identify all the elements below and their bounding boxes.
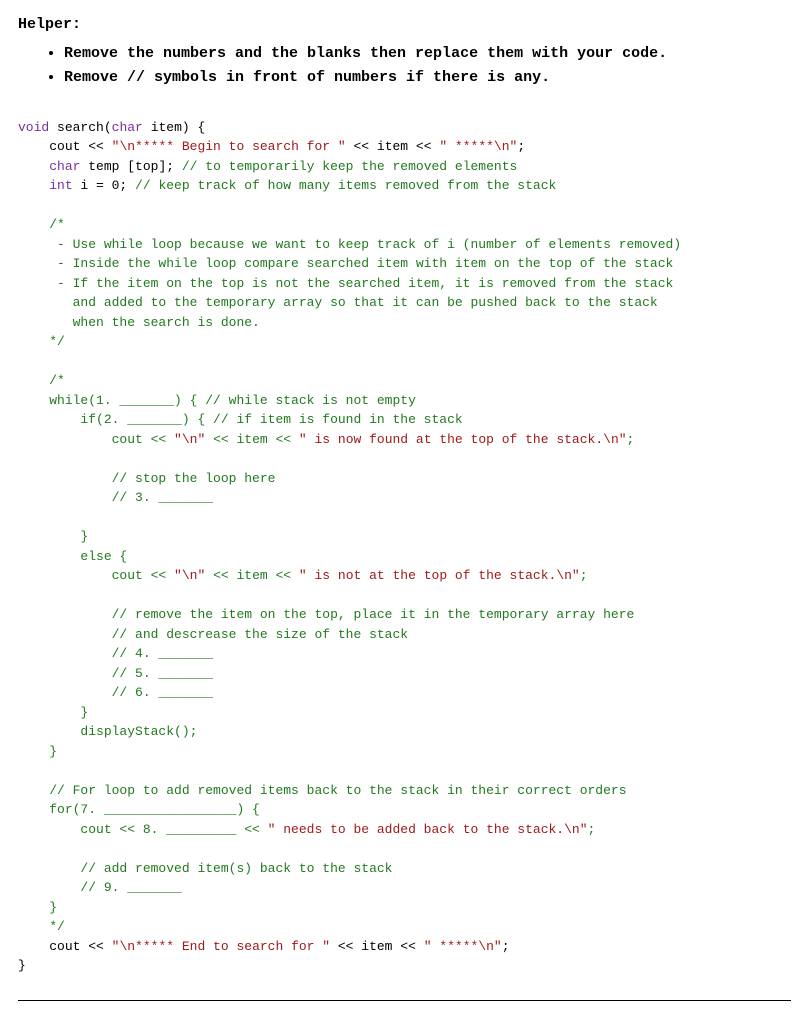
add-cmt: // add removed item(s) back to the stack bbox=[49, 861, 392, 876]
l1-str2: " *****\n" bbox=[439, 139, 517, 154]
while-line: while(1. _______) { // while stack is no… bbox=[49, 393, 416, 408]
l1-str1: "\n***** Begin to search for " bbox=[112, 139, 346, 154]
block1-a: - Use while loop because we want to keep… bbox=[49, 237, 681, 252]
nfound-s2: " is not at the top of the stack.\n" bbox=[299, 568, 580, 583]
blank-9: // 9. _______ bbox=[49, 880, 182, 895]
end-mid: << item << bbox=[330, 939, 424, 954]
bottom-divider bbox=[18, 1000, 791, 1001]
l2-rest: temp [top]; bbox=[80, 159, 181, 174]
l1-end: ; bbox=[517, 139, 525, 154]
found-s1: "\n" bbox=[174, 432, 205, 447]
kw-char2: char bbox=[49, 159, 80, 174]
code-block: void search(char item) { cout << "\n****… bbox=[18, 118, 791, 976]
kw-int: int bbox=[49, 178, 72, 193]
block2-open: /* bbox=[49, 373, 65, 388]
block1-d: and added to the temporary array so that… bbox=[49, 295, 658, 310]
kw-void: void bbox=[18, 120, 49, 135]
found-mid: << item << bbox=[205, 432, 299, 447]
param-item: item bbox=[151, 120, 182, 135]
back-str: " needs to be added back to the stack.\n… bbox=[268, 822, 588, 837]
found-pre: cout << bbox=[49, 432, 174, 447]
blank-4: // 4. _______ bbox=[49, 646, 213, 661]
block2-close: */ bbox=[49, 919, 65, 934]
block1-e: when the search is done. bbox=[49, 315, 260, 330]
l2-cmt: // to temporarily keep the removed eleme… bbox=[182, 159, 517, 174]
l3-cmt: // keep track of how many items removed … bbox=[135, 178, 556, 193]
helper-bullet-1: Remove the numbers and the blanks then r… bbox=[64, 43, 791, 66]
nfound-end: ; bbox=[580, 568, 588, 583]
nfound-mid: << item << bbox=[205, 568, 299, 583]
end-pre: cout << bbox=[49, 939, 111, 954]
block1-b: - Inside the while loop compare searched… bbox=[49, 256, 673, 271]
l1-cout: cout << bbox=[49, 139, 111, 154]
blank-3: // 3. _______ bbox=[49, 490, 213, 505]
rem-cmt1: // remove the item on the top, place it … bbox=[49, 607, 634, 622]
blank-6: // 6. _______ bbox=[49, 685, 213, 700]
blank-5: // 5. _______ bbox=[49, 666, 213, 681]
close-for: } bbox=[49, 900, 57, 915]
close-if: } bbox=[49, 529, 88, 544]
end-end: ; bbox=[502, 939, 510, 954]
end-s1: "\n***** End to search for " bbox=[112, 939, 330, 954]
block1-open: /* bbox=[49, 217, 65, 232]
for-line: for(7. _________________) { bbox=[49, 802, 260, 817]
else-line: else { bbox=[49, 549, 127, 564]
display-call: displayStack(); bbox=[49, 724, 197, 739]
l1-mid: << item << bbox=[346, 139, 440, 154]
block1-close: */ bbox=[49, 334, 65, 349]
kw-char: char bbox=[112, 120, 143, 135]
nfound-s1: "\n" bbox=[174, 568, 205, 583]
end-s2: " *****\n" bbox=[424, 939, 502, 954]
helper-list: Remove the numbers and the blanks then r… bbox=[46, 43, 791, 90]
block1-c: - If the item on the top is not the sear… bbox=[49, 276, 673, 291]
nfound-pre: cout << bbox=[49, 568, 174, 583]
found-s2: " is now found at the top of the stack.\… bbox=[299, 432, 627, 447]
helper-bullet-2: Remove // symbols in front of numbers if… bbox=[64, 67, 791, 90]
back-pre: cout << 8. _________ << bbox=[49, 822, 267, 837]
rem-cmt2: // and descrease the size of the stack bbox=[49, 627, 408, 642]
stop-cmt: // stop the loop here bbox=[49, 471, 275, 486]
close-else: } bbox=[49, 705, 88, 720]
fn-search: search bbox=[57, 120, 104, 135]
l3-rest: i = 0; bbox=[73, 178, 135, 193]
close-while: } bbox=[49, 744, 57, 759]
if-line: if(2. _______) { // if item is found in … bbox=[49, 412, 462, 427]
for-cmt: // For loop to add removed items back to… bbox=[49, 783, 626, 798]
found-end: ; bbox=[627, 432, 635, 447]
back-end: ; bbox=[588, 822, 596, 837]
helper-title: Helper: bbox=[18, 14, 791, 37]
